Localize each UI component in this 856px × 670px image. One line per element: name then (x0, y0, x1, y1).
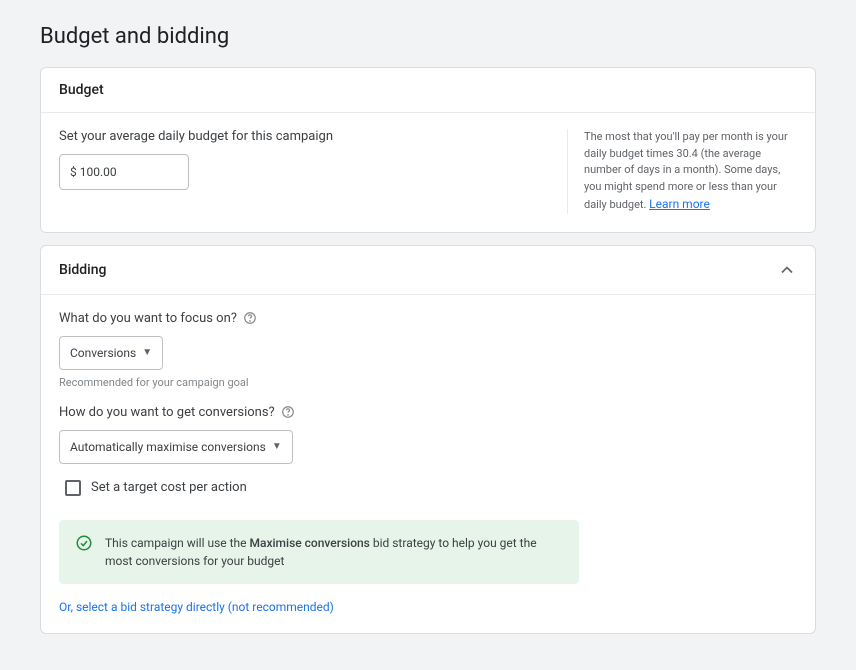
chevron-up-icon[interactable] (777, 260, 797, 280)
focus-label: What do you want to focus on? (59, 311, 797, 326)
bidding-title: Bidding (59, 262, 106, 278)
learn-more-link[interactable]: Learn more (649, 195, 710, 213)
bidding-card: Bidding What do you want to focus on? Co… (40, 245, 816, 634)
bidding-header: Bidding (41, 246, 815, 295)
help-icon[interactable] (281, 405, 295, 419)
chevron-down-icon: ▼ (272, 441, 282, 452)
info-box: This campaign will use the Maximise conv… (59, 520, 579, 584)
how-label: How do you want to get conversions? (59, 405, 797, 420)
budget-title: Budget (59, 82, 104, 98)
help-icon[interactable] (243, 311, 257, 325)
how-dropdown[interactable]: Automatically maximise conversions ▼ (59, 430, 293, 464)
focus-dropdown[interactable]: Conversions ▼ (59, 336, 163, 370)
info-text: This campaign will use the Maximise conv… (105, 534, 563, 570)
budget-header: Budget (41, 68, 815, 113)
chevron-down-icon: ▼ (142, 347, 152, 358)
budget-card: Budget Set your average daily budget for… (40, 67, 816, 233)
target-cpa-checkbox[interactable] (65, 480, 81, 496)
recommended-hint: Recommended for your campaign goal (59, 376, 797, 389)
alt-strategy-link[interactable]: Or, select a bid strategy directly (not … (59, 600, 334, 614)
budget-label: Set your average daily budget for this c… (59, 129, 547, 144)
page-title: Budget and bidding (40, 24, 816, 49)
checkbox-label: Set a target cost per action (91, 480, 247, 495)
check-circle-icon (75, 534, 93, 552)
budget-input[interactable] (59, 154, 189, 190)
